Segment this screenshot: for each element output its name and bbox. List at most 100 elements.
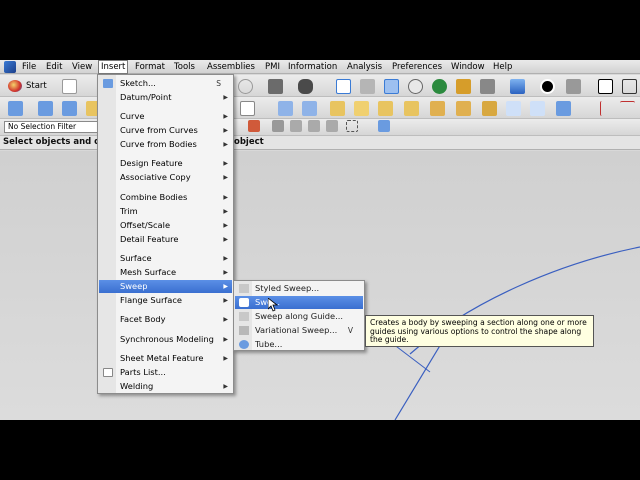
fit-view-icon[interactable]: [336, 79, 351, 94]
paste-icon[interactable]: [298, 79, 313, 94]
insert-facet-body[interactable]: Facet Body ▶: [99, 313, 232, 326]
insert-sheet-metal-feature[interactable]: Sheet Metal Feature ▶: [99, 352, 232, 365]
zoom-window-icon[interactable]: [384, 79, 399, 94]
insert-sketch[interactable]: Sketch... S: [99, 77, 232, 90]
menu-window[interactable]: Window: [449, 61, 487, 73]
snap-control-icon[interactable]: [308, 120, 320, 132]
menu-information[interactable]: Information: [286, 61, 339, 73]
sketch-icon[interactable]: [8, 101, 23, 116]
shaded-view-icon[interactable]: [510, 79, 525, 94]
snap-intersection-icon[interactable]: [326, 120, 338, 132]
block-icon[interactable]: [278, 101, 293, 116]
insert-combine-bodies[interactable]: Combine Bodies ▶: [99, 191, 232, 204]
insert-design-feature[interactable]: Design Feature ▶: [99, 157, 232, 170]
render-style-icon[interactable]: [540, 79, 555, 94]
submenu-arrow-icon: ▶: [223, 255, 228, 262]
menu-insert[interactable]: Insert: [98, 60, 129, 74]
start-button[interactable]: Start: [6, 78, 47, 94]
insert-curve[interactable]: Curve ▶: [99, 110, 232, 123]
menu-pmi[interactable]: PMI: [263, 61, 282, 73]
variational-sweep-icon: [239, 326, 249, 335]
snap-end-icon[interactable]: [272, 120, 284, 132]
tube-item[interactable]: Tube...: [235, 338, 363, 351]
submenu-arrow-icon: ▶: [223, 383, 228, 390]
blend-icon[interactable]: [404, 101, 419, 116]
curve-line-icon[interactable]: [600, 101, 615, 116]
styled-sweep-item[interactable]: Styled Sweep...: [235, 282, 363, 295]
menu-assemblies[interactable]: Assemblies: [205, 61, 257, 73]
rectangle-icon[interactable]: [240, 101, 255, 116]
extrude-icon[interactable]: [38, 101, 53, 116]
insert-associative-copy[interactable]: Associative Copy ▶: [99, 171, 232, 184]
view-box-icon[interactable]: [598, 79, 613, 94]
select-body-icon[interactable]: [378, 120, 390, 132]
chamfer-icon[interactable]: [378, 101, 393, 116]
styled-sweep-icon: [239, 284, 249, 293]
menu-analysis[interactable]: Analysis: [345, 61, 384, 73]
pattern-icon[interactable]: [482, 101, 497, 116]
insert-offset-scale[interactable]: Offset/Scale ▶: [99, 219, 232, 232]
insert-curve-from-curves[interactable]: Curve from Curves ▶: [99, 124, 232, 137]
mirror-icon[interactable]: [506, 101, 521, 116]
insert-datum-point[interactable]: Datum/Point ▶: [99, 91, 232, 104]
tube-icon: [239, 340, 249, 349]
select-box-icon[interactable]: [346, 120, 358, 132]
undo-icon[interactable]: [238, 79, 253, 94]
submenu-arrow-icon: ▶: [223, 127, 228, 134]
feature-toolbar: [0, 97, 640, 119]
rotate-icon[interactable]: [432, 79, 447, 94]
cylinder-icon[interactable]: [302, 101, 317, 116]
background-icon[interactable]: [566, 79, 581, 94]
insert-detail-feature[interactable]: Detail Feature ▶: [99, 233, 232, 246]
submenu-arrow-icon: ▶: [223, 174, 228, 181]
menu-file[interactable]: File: [20, 61, 38, 73]
menu-view[interactable]: View: [70, 61, 94, 73]
insert-welding[interactable]: Welding ▶: [99, 380, 232, 393]
perspective-icon[interactable]: [480, 79, 495, 94]
menu-format[interactable]: Format: [133, 61, 167, 73]
menu-edit[interactable]: Edit: [44, 61, 64, 73]
unite-icon[interactable]: [556, 101, 571, 116]
variational-sweep-item[interactable]: Variational Sweep... V: [235, 324, 363, 337]
menu-preferences[interactable]: Preferences: [390, 61, 444, 73]
insert-curve-from-bodies[interactable]: Curve from Bodies ▶: [99, 138, 232, 151]
sweep-along-guide-item[interactable]: Sweep along Guide...: [235, 310, 363, 323]
submenu-arrow-icon: ▶: [223, 208, 228, 215]
insert-flange-surface[interactable]: Flange Surface ▶: [99, 294, 232, 307]
submenu-arrow-icon: ▶: [223, 336, 228, 343]
menu-tools[interactable]: Tools: [172, 61, 197, 73]
insert-surface[interactable]: Surface ▶: [99, 252, 232, 265]
cue-line: Select objects and d object: [0, 136, 640, 150]
trim-body-icon[interactable]: [530, 101, 545, 116]
selection-filter-dropdown[interactable]: No Selection Filter: [4, 121, 98, 133]
draft-icon[interactable]: [456, 101, 471, 116]
sphere-icon[interactable]: [354, 101, 369, 116]
arc-icon[interactable]: [620, 101, 635, 116]
insert-trim[interactable]: Trim ▶: [99, 205, 232, 218]
insert-mesh-surface[interactable]: Mesh Surface ▶: [99, 266, 232, 279]
insert-sweep[interactable]: Sweep ▶: [99, 280, 232, 293]
cut-icon[interactable]: [268, 79, 283, 94]
zoom-in-icon[interactable]: [408, 79, 423, 94]
nx-application-window: File Edit View Insert Format Tools Assem…: [0, 60, 640, 420]
insert-parts-list[interactable]: Parts List...: [99, 366, 232, 379]
cone-icon[interactable]: [330, 101, 345, 116]
revolve-icon[interactable]: [62, 101, 77, 116]
sweep-item[interactable]: Swe...: [235, 296, 363, 309]
zoom-icon[interactable]: [360, 79, 375, 94]
mouse-cursor-icon: [268, 298, 278, 312]
snap-mid-icon[interactable]: [290, 120, 302, 132]
insert-synchronous-modeling[interactable]: Synchronous Modeling ▶: [99, 333, 232, 346]
selection-toolbar: No Selection Filter: [0, 119, 640, 136]
menu-help[interactable]: Help: [491, 61, 514, 73]
menu-bar: File Edit View Insert Format Tools Assem…: [0, 60, 640, 74]
snap-point-icon[interactable]: [248, 120, 260, 132]
sketch-icon: [103, 79, 113, 88]
submenu-arrow-icon: ▶: [223, 222, 228, 229]
pan-icon[interactable]: [456, 79, 471, 94]
submenu-arrow-icon: ▶: [223, 269, 228, 276]
new-file-icon[interactable]: [62, 79, 77, 94]
line-icon[interactable]: [622, 79, 637, 94]
shell-icon[interactable]: [430, 101, 445, 116]
sweep-submenu: Styled Sweep... Swe... Sweep along Guide…: [233, 280, 365, 351]
